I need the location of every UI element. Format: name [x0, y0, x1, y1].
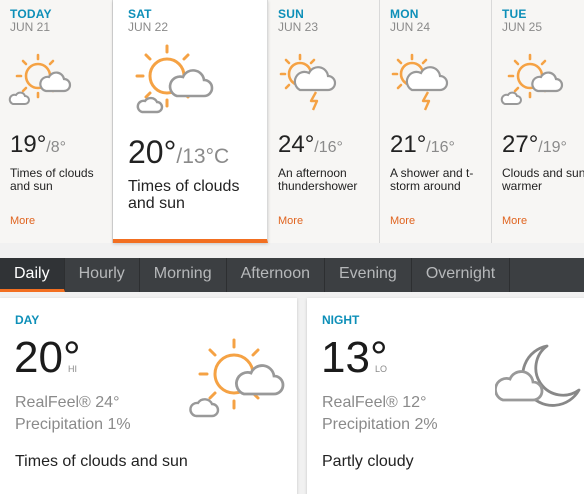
- forecast-card-today[interactable]: TODAY JUN 21 19°/8° Times of clouds and s…: [0, 0, 113, 243]
- forecast-card-sun[interactable]: SUN JUN 23 24°/16° An afternoon thundersh…: [268, 0, 380, 243]
- temperature: 21°/16°: [390, 131, 455, 159]
- tab-overnight[interactable]: Overnight: [412, 258, 511, 292]
- low-temp: /8°: [46, 139, 67, 156]
- day-of-week: TUE: [502, 7, 527, 21]
- more-link[interactable]: More: [502, 215, 527, 227]
- day-of-week: MON: [390, 7, 419, 21]
- partly-sunny-icon: [135, 44, 214, 114]
- forecast-description: Clouds and sun warmer: [502, 167, 584, 193]
- high-temp: 21°: [390, 131, 427, 158]
- day-of-week: TODAY: [10, 7, 52, 21]
- temperature: 19°/8°: [10, 131, 66, 159]
- more-link[interactable]: More: [278, 215, 303, 227]
- low-temp: /13°C: [176, 145, 230, 168]
- precipitation: Precipitation 1%: [15, 416, 131, 433]
- desc-line: and sun: [10, 179, 53, 193]
- temperature: 27°/19°: [502, 131, 567, 159]
- temperature: 24°/16°: [278, 131, 343, 159]
- date-label: JUN 22: [128, 20, 169, 34]
- forecast-description: Times of clouds and sun: [128, 178, 239, 212]
- partly-sunny-icon: [189, 338, 285, 418]
- desc-line: storm around: [390, 179, 461, 193]
- tab-daily[interactable]: Daily: [0, 258, 65, 292]
- desc-line: and sun: [128, 195, 185, 212]
- day-description: Times of clouds and sun: [15, 453, 188, 470]
- forecast-card-sat[interactable]: SAT JUN 22 20°/13°C Times of clouds and s…: [113, 0, 268, 243]
- day-of-week: SAT: [128, 7, 152, 21]
- low-temp: /16°: [426, 139, 455, 156]
- cloudy-moon-icon: [495, 344, 581, 407]
- realfeel: RealFeel® 12°: [322, 394, 427, 411]
- high-temp: 20°: [128, 134, 177, 170]
- period-tabs: Daily Hourly Morning Afternoon Evening O…: [0, 258, 584, 292]
- panel-title: NIGHT: [322, 313, 360, 327]
- day-panel: DAY 20° HI RealFeel® 24° Precipitation 1…: [0, 298, 297, 494]
- thunderstorm-sun-icon: [391, 53, 449, 111]
- date-label: JUN 21: [10, 20, 51, 34]
- day-of-week: SUN: [278, 7, 304, 21]
- partly-sunny-icon: [500, 53, 564, 105]
- date-label: JUN 25: [502, 20, 543, 34]
- precipitation: Precipitation 2%: [322, 416, 438, 433]
- forecast-description: A shower and t-storm around: [390, 167, 473, 193]
- low-temp: /19°: [538, 139, 567, 156]
- forecast-description: An afternoon thundershower: [278, 167, 357, 193]
- night-temperature: 13°: [321, 333, 388, 382]
- night-panel: NIGHT 13° LO RealFeel® 12° Precipitation…: [307, 298, 584, 494]
- more-link[interactable]: More: [390, 215, 415, 227]
- date-label: JUN 24: [390, 20, 431, 34]
- night-description: Partly cloudy: [322, 453, 414, 470]
- date-label: JUN 23: [278, 20, 319, 34]
- high-temp: 19°: [10, 131, 47, 158]
- lo-label: LO: [375, 364, 388, 374]
- more-link[interactable]: More: [10, 215, 35, 227]
- forecast-card-mon[interactable]: MON JUN 24 21°/16° A shower and t-storm …: [380, 0, 492, 243]
- day-temperature: 20°: [14, 333, 81, 382]
- realfeel: RealFeel® 24°: [15, 394, 120, 411]
- partly-sunny-icon: [8, 53, 72, 105]
- thunderstorm-sun-icon: [279, 53, 337, 111]
- panel-title: DAY: [15, 313, 40, 327]
- high-temp: 24°: [278, 131, 315, 158]
- hi-label: HI: [68, 364, 77, 374]
- tab-evening[interactable]: Evening: [325, 258, 412, 292]
- tab-afternoon[interactable]: Afternoon: [227, 258, 325, 292]
- forecast-strip: TODAY JUN 21 19°/8° Times of clouds and s…: [0, 0, 584, 243]
- desc-line: Times of clouds: [128, 178, 240, 195]
- tab-hourly[interactable]: Hourly: [65, 258, 140, 292]
- forecast-description: Times of clouds and sun: [10, 167, 94, 193]
- forecast-card-tue[interactable]: TUE JUN 25 27°/19° Clouds and sun warmer …: [492, 0, 584, 243]
- high-temp: 27°: [502, 131, 539, 158]
- low-temp: /16°: [314, 139, 343, 156]
- temperature: 20°/13°C: [128, 134, 229, 171]
- tab-morning[interactable]: Morning: [140, 258, 227, 292]
- desc-line: thundershower: [278, 179, 358, 193]
- desc-line: warmer: [502, 179, 543, 193]
